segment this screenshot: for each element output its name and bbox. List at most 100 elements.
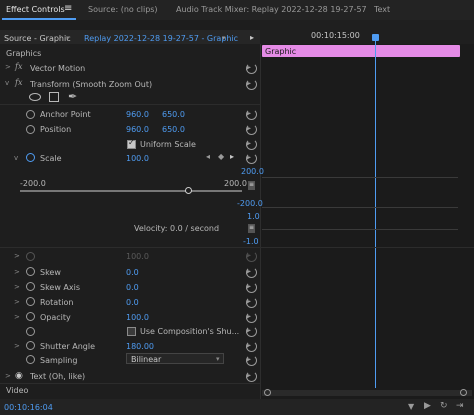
transform-chevron-icon[interactable]: v xyxy=(5,79,9,87)
stopwatch-icon xyxy=(26,252,35,261)
source-selector[interactable]: Source - Graphic xyxy=(4,34,71,43)
shutter-angle-chevron-icon[interactable]: > xyxy=(14,342,20,350)
scroll-handle-right[interactable] xyxy=(460,389,467,396)
velocity-toggle-icon[interactable]: ≡ xyxy=(248,224,255,233)
stopwatch-icon[interactable] xyxy=(26,125,35,134)
video-heading: Video xyxy=(6,386,29,395)
sequence-selector[interactable]: Replay 2022-12-28 19-27-57 - Graphic xyxy=(84,34,238,43)
divider xyxy=(0,104,260,105)
tab-effect-controls[interactable]: Effect Controls xyxy=(6,5,65,14)
graph-gridline xyxy=(262,207,458,208)
skew-chevron-icon[interactable]: > xyxy=(14,268,20,276)
stopwatch-icon[interactable] xyxy=(26,355,35,364)
footer-timecode[interactable]: 00:10:16:04 xyxy=(4,403,53,412)
loop-icon[interactable]: ↻ xyxy=(440,401,448,411)
reset-icon[interactable] xyxy=(246,79,257,90)
clip-label: Graphic xyxy=(265,47,297,56)
reset-icon[interactable] xyxy=(246,109,257,120)
velocity-text: Velocity: 0.0 / second xyxy=(134,224,220,233)
footer-bar xyxy=(0,399,474,415)
stopwatch-icon[interactable] xyxy=(26,110,35,119)
timeline-scrollbar[interactable] xyxy=(262,390,472,396)
reset-icon[interactable] xyxy=(246,153,257,164)
sequence-dropdown-icon[interactable]: ▾ xyxy=(222,34,226,42)
ruler-timecode: 00:10:15:00 xyxy=(311,31,360,40)
expand-timeline-icon[interactable]: ▸ xyxy=(250,33,254,42)
use-composition-shutter-checkbox[interactable] xyxy=(127,327,136,336)
graph-gridline xyxy=(262,177,458,178)
slider-min-label: -200.0 xyxy=(20,179,46,188)
text-layer-chevron-icon[interactable]: > xyxy=(5,372,11,380)
play-audio-icon[interactable]: ▶ xyxy=(424,401,431,411)
reset-icon[interactable] xyxy=(246,312,257,323)
reset-icon[interactable] xyxy=(246,124,257,135)
skew-axis-label: Skew Axis xyxy=(40,283,81,292)
panel-menu-icon[interactable]: ≡ xyxy=(64,3,72,14)
slider-max-label: 200.0 xyxy=(224,179,247,188)
reset-icon[interactable] xyxy=(246,282,257,293)
scale-width-chevron-icon[interactable]: > xyxy=(14,252,20,260)
shutter-angle-value[interactable]: 180.00 xyxy=(126,342,154,351)
stopwatch-icon[interactable] xyxy=(26,312,35,321)
add-keyframe-icon[interactable]: ◆ xyxy=(218,152,224,161)
reset-icon[interactable] xyxy=(246,139,257,150)
scale-chevron-icon[interactable]: v xyxy=(14,154,18,162)
previous-keyframe-icon[interactable]: ◂ xyxy=(206,152,210,161)
reset-icon xyxy=(246,251,257,262)
stopwatch-icon[interactable] xyxy=(26,297,35,306)
graph-toggle-icon[interactable]: ≡ xyxy=(248,181,255,190)
source-dropdown-icon[interactable]: ▾ xyxy=(66,34,70,42)
scale-slider-track[interactable] xyxy=(20,190,242,192)
rotation-chevron-icon[interactable]: > xyxy=(14,298,20,306)
fx-icon[interactable]: fx xyxy=(15,62,22,71)
reset-icon[interactable] xyxy=(246,267,257,278)
reset-icon[interactable] xyxy=(246,371,257,382)
tab-audio-track-mixer[interactable]: Audio Track Mixer: Replay 2022-12-28 19-… xyxy=(176,5,367,14)
skew-axis-chevron-icon[interactable]: > xyxy=(14,283,20,291)
stopwatch-icon[interactable] xyxy=(26,153,35,162)
skew-value[interactable]: 0.0 xyxy=(126,268,139,277)
visibility-eye-icon[interactable]: ◉ xyxy=(15,371,23,381)
scale-slider-knob[interactable] xyxy=(185,187,192,194)
stopwatch-icon[interactable] xyxy=(26,267,35,276)
reset-icon[interactable] xyxy=(246,341,257,352)
next-keyframe-icon[interactable]: ▸ xyxy=(230,152,234,161)
reset-icon[interactable] xyxy=(246,355,257,366)
vector-motion-chevron-icon[interactable]: > xyxy=(5,63,11,71)
time-ruler[interactable] xyxy=(260,20,474,44)
scale-width-value: 100.0 xyxy=(126,252,149,261)
stopwatch-icon[interactable] xyxy=(26,282,35,291)
stopwatch-icon[interactable] xyxy=(26,341,35,350)
tab-source[interactable]: Source: (no clips) xyxy=(88,5,158,14)
rectangle-mask-icon[interactable] xyxy=(49,92,59,102)
opacity-value[interactable]: 100.0 xyxy=(126,313,149,322)
filter-icon[interactable]: ▼ xyxy=(408,402,414,411)
anchor-point-x-value[interactable]: 960.0 xyxy=(126,110,149,119)
graphics-heading: Graphics xyxy=(6,49,42,58)
use-composition-shutter-label: Use Composition's Shu... xyxy=(140,327,240,336)
uniform-scale-label: Uniform Scale xyxy=(140,140,196,149)
reset-icon[interactable] xyxy=(246,297,257,308)
skew-axis-value[interactable]: 0.0 xyxy=(126,283,139,292)
export-icon[interactable]: ⇥ xyxy=(456,401,464,411)
divider xyxy=(0,383,260,384)
divider xyxy=(0,247,474,248)
rotation-value[interactable]: 0.0 xyxy=(126,298,139,307)
chevron-down-icon[interactable]: ▾ xyxy=(216,355,220,363)
opacity-chevron-icon[interactable]: > xyxy=(14,313,20,321)
keyframe-timeline-area[interactable] xyxy=(260,44,474,399)
velocity-min: -1.0 xyxy=(243,237,259,246)
fx-icon[interactable]: fx xyxy=(15,78,22,87)
reset-icon[interactable] xyxy=(246,63,257,74)
reset-icon[interactable] xyxy=(246,326,257,337)
tab-text[interactable]: Text xyxy=(374,5,390,14)
pen-mask-icon[interactable]: ✒ xyxy=(68,90,77,103)
ellipse-mask-icon[interactable] xyxy=(29,93,41,101)
scale-value[interactable]: 100.0 xyxy=(126,154,149,163)
scroll-handle-left[interactable] xyxy=(264,389,271,396)
position-x-value[interactable]: 960.0 xyxy=(126,125,149,134)
anchor-point-y-value[interactable]: 650.0 xyxy=(162,110,185,119)
position-y-value[interactable]: 650.0 xyxy=(162,125,185,134)
shutter-angle-label: Shutter Angle xyxy=(40,342,96,351)
stopwatch-icon[interactable] xyxy=(26,327,35,336)
